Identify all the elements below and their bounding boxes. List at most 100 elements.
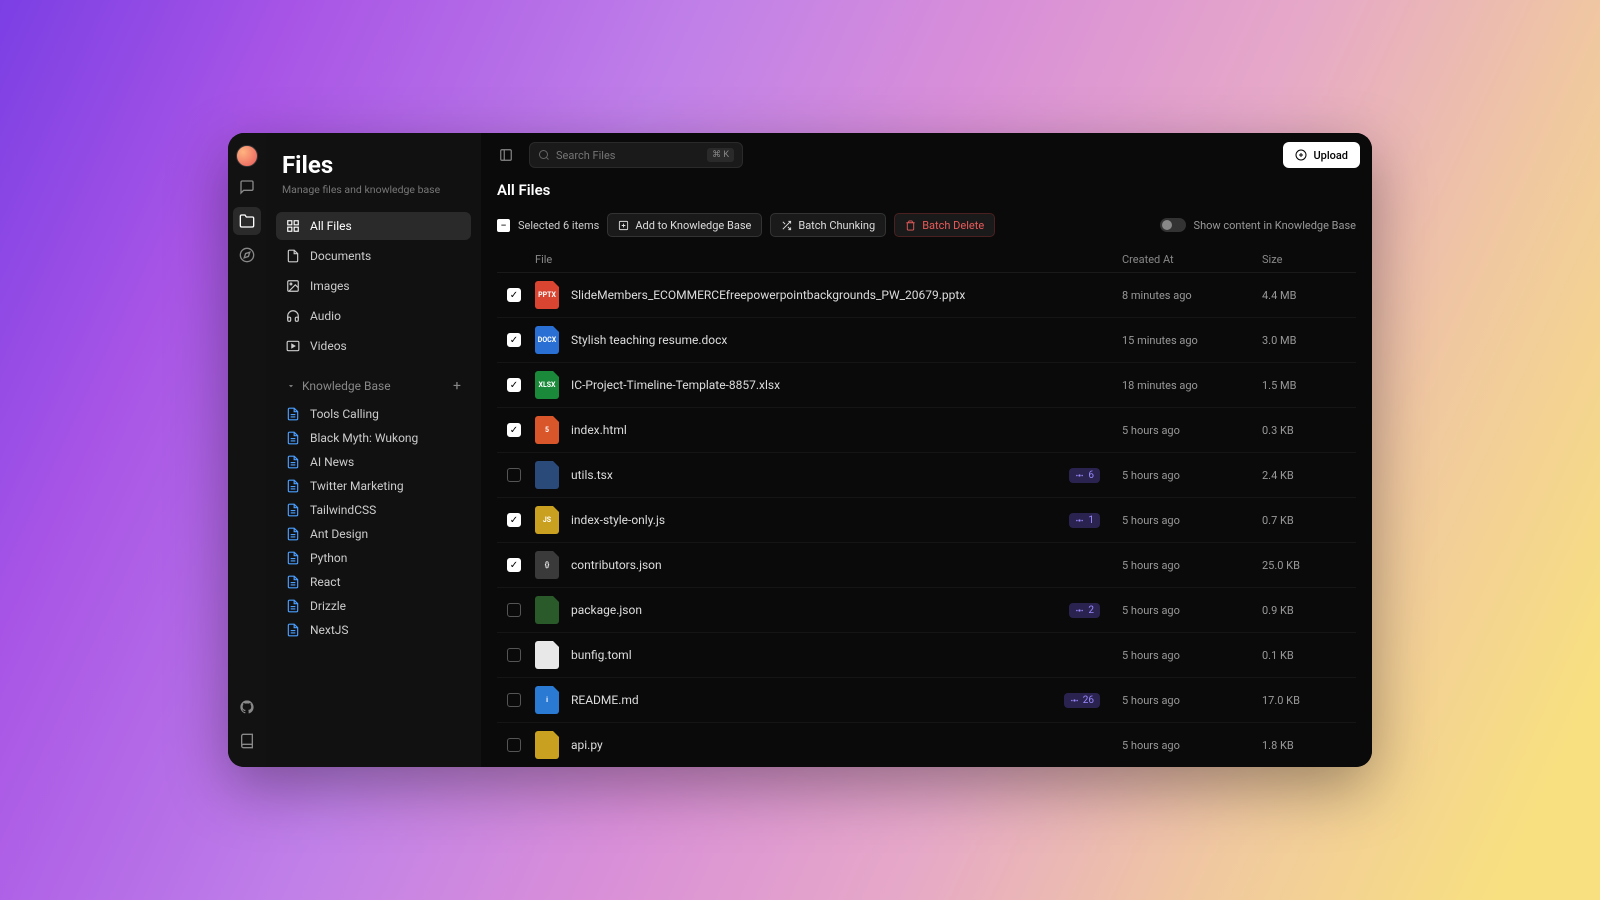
file-row[interactable]: package.json25 hours ago0.9 KB bbox=[497, 588, 1356, 633]
row-checkbox[interactable] bbox=[507, 648, 521, 662]
doc-icon bbox=[286, 599, 300, 613]
file-icon: i bbox=[535, 686, 559, 714]
file-created: 5 hours ago bbox=[1122, 649, 1262, 662]
upload-button[interactable]: Upload bbox=[1283, 142, 1360, 168]
row-checkbox[interactable] bbox=[507, 693, 521, 707]
chunk-badge: 6 bbox=[1069, 468, 1100, 483]
file-size: 25.0 KB bbox=[1262, 559, 1346, 572]
rail-compass[interactable] bbox=[233, 241, 261, 269]
nav-videos[interactable]: Videos bbox=[276, 332, 471, 360]
rail-files[interactable] bbox=[233, 207, 261, 235]
file-row[interactable]: {}contributors.json5 hours ago25.0 KB bbox=[497, 543, 1356, 588]
file-row[interactable]: api.py5 hours ago1.8 KB bbox=[497, 723, 1356, 767]
kb-item[interactable]: Python bbox=[276, 546, 471, 570]
kb-item[interactable]: TailwindCSS bbox=[276, 498, 471, 522]
batch-chunking-button[interactable]: Batch Chunking bbox=[770, 213, 886, 237]
nav-all-files[interactable]: All Files bbox=[276, 212, 471, 240]
table-header: File Created At Size bbox=[497, 247, 1356, 273]
row-checkbox[interactable] bbox=[507, 603, 521, 617]
kb-item[interactable]: AI News bbox=[276, 450, 471, 474]
chevron-down-icon bbox=[286, 381, 296, 391]
file-icon bbox=[535, 731, 559, 759]
file-name: package.json bbox=[571, 603, 1069, 617]
kb-add-button[interactable]: + bbox=[453, 378, 461, 394]
file-created: 5 hours ago bbox=[1122, 514, 1262, 527]
row-checkbox[interactable] bbox=[507, 513, 521, 527]
file-size: 0.3 KB bbox=[1262, 424, 1346, 437]
select-all-checkbox[interactable] bbox=[497, 219, 510, 232]
file-row[interactable]: iREADME.md265 hours ago17.0 KB bbox=[497, 678, 1356, 723]
rail-github[interactable] bbox=[233, 693, 261, 721]
nav-documents[interactable]: Documents bbox=[276, 242, 471, 270]
file-row[interactable]: XLSXIC-Project-Timeline-Template-8857.xl… bbox=[497, 363, 1356, 408]
kb-header[interactable]: Knowledge Base + bbox=[276, 370, 471, 402]
file-row[interactable]: PPTXSlideMembers_ECOMMERCEfreepowerpoint… bbox=[497, 273, 1356, 318]
nav-images[interactable]: Images bbox=[276, 272, 471, 300]
kb-item[interactable]: Tools Calling bbox=[276, 402, 471, 426]
file-row[interactable]: 5index.html5 hours ago0.3 KB bbox=[497, 408, 1356, 453]
row-checkbox[interactable] bbox=[507, 378, 521, 392]
file-name: index-style-only.js bbox=[571, 513, 1069, 527]
kb-item[interactable]: React bbox=[276, 570, 471, 594]
collapse-sidebar-button[interactable] bbox=[493, 142, 519, 168]
search-icon bbox=[538, 149, 550, 161]
upload-icon bbox=[1295, 149, 1307, 161]
file-created: 5 hours ago bbox=[1122, 469, 1262, 482]
kb-item[interactable]: NextJS bbox=[276, 618, 471, 642]
doc-icon bbox=[286, 431, 300, 445]
file-size: 0.9 KB bbox=[1262, 604, 1346, 617]
col-file[interactable]: File bbox=[535, 253, 1122, 266]
avatar[interactable] bbox=[236, 145, 258, 167]
file-size: 1.5 MB bbox=[1262, 379, 1346, 392]
search-box[interactable]: ⌘ K bbox=[529, 142, 743, 168]
file-icon: JS bbox=[535, 506, 559, 534]
file-row[interactable]: utils.tsx6 5 hours ago2.4 KB bbox=[497, 453, 1356, 498]
row-checkbox[interactable] bbox=[507, 288, 521, 302]
chunk-icon bbox=[781, 220, 792, 231]
show-kb-toggle[interactable] bbox=[1160, 218, 1186, 232]
file-icon bbox=[535, 461, 559, 489]
doc-icon bbox=[286, 575, 300, 589]
file-name: IC-Project-Timeline-Template-8857.xlsx bbox=[571, 378, 1122, 392]
file-name: utils.tsx bbox=[571, 468, 1069, 482]
file-row[interactable]: JSindex-style-only.js15 hours ago0.7 KB bbox=[497, 498, 1356, 543]
col-created[interactable]: Created At bbox=[1122, 253, 1262, 266]
file-created: 5 hours ago bbox=[1122, 739, 1262, 752]
file-size: 1.8 KB bbox=[1262, 739, 1346, 752]
col-size[interactable]: Size bbox=[1262, 253, 1346, 266]
toggle-label: Show content in Knowledge Base bbox=[1194, 219, 1356, 232]
topbar: ⌘ K Upload bbox=[481, 133, 1372, 177]
rail-chat[interactable] bbox=[233, 173, 261, 201]
file-size: 17.0 KB bbox=[1262, 694, 1346, 707]
file-icon bbox=[535, 641, 559, 669]
file-size: 2.4 KB bbox=[1262, 469, 1346, 482]
file-row[interactable]: DOCXStylish teaching resume.docx15 minut… bbox=[497, 318, 1356, 363]
row-checkbox[interactable] bbox=[507, 333, 521, 347]
file-created: 5 hours ago bbox=[1122, 604, 1262, 617]
row-checkbox[interactable] bbox=[507, 738, 521, 752]
rail-docs[interactable] bbox=[233, 727, 261, 755]
search-input[interactable] bbox=[556, 149, 701, 162]
search-kbd: ⌘ K bbox=[707, 148, 734, 162]
kb-item[interactable]: Black Myth: Wukong bbox=[276, 426, 471, 450]
kb-item[interactable]: Ant Design bbox=[276, 522, 471, 546]
doc-icon bbox=[286, 455, 300, 469]
row-checkbox[interactable] bbox=[507, 468, 521, 482]
add-to-kb-button[interactable]: Add to Knowledge Base bbox=[607, 213, 762, 237]
row-checkbox[interactable] bbox=[507, 423, 521, 437]
kb-item[interactable]: Twitter Marketing bbox=[276, 474, 471, 498]
file-size: 4.4 MB bbox=[1262, 289, 1346, 302]
doc-icon bbox=[286, 527, 300, 541]
file-size: 0.1 KB bbox=[1262, 649, 1346, 662]
nav-audio[interactable]: Audio bbox=[276, 302, 471, 330]
kb-item[interactable]: Drizzle bbox=[276, 594, 471, 618]
file-icon: 5 bbox=[535, 416, 559, 444]
file-created: 15 minutes ago bbox=[1122, 334, 1262, 347]
file-row[interactable]: bunfig.toml5 hours ago0.1 KB bbox=[497, 633, 1356, 678]
file-created: 5 hours ago bbox=[1122, 559, 1262, 572]
row-checkbox[interactable] bbox=[507, 558, 521, 572]
file-icon: {} bbox=[535, 551, 559, 579]
file-name: bunfig.toml bbox=[571, 648, 1122, 662]
file-created: 8 minutes ago bbox=[1122, 289, 1262, 302]
batch-delete-button[interactable]: Batch Delete bbox=[894, 213, 995, 237]
